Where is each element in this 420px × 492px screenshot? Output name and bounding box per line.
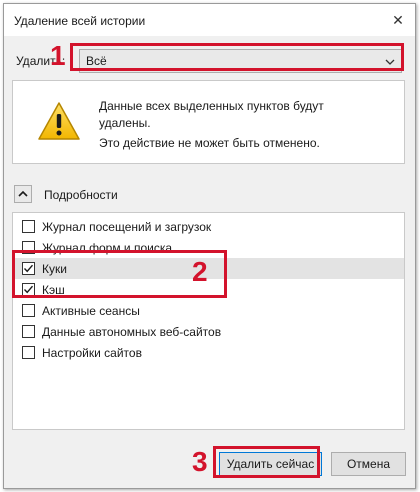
title-bar: Удаление всей истории ✕ — [4, 4, 415, 36]
chevron-up-icon — [18, 190, 28, 197]
checkbox[interactable] — [22, 325, 35, 338]
checkbox[interactable] — [22, 304, 35, 317]
list-item-sessions[interactable]: Активные сеансы — [13, 300, 404, 321]
annotation-number-1: 1 — [50, 40, 66, 71]
checkbox[interactable] — [22, 346, 35, 359]
warning-panel: Данные всех выделенных пунктов будут уда… — [12, 80, 405, 164]
annotation-box-delete-button — [213, 446, 320, 478]
checkbox[interactable] — [22, 220, 35, 233]
cancel-button[interactable]: Отмена — [331, 452, 406, 476]
clear-history-dialog: Удаление всей истории ✕ Удалить: Всё Дан… — [3, 3, 416, 489]
annotation-number-3: 3 — [192, 446, 208, 477]
list-item-label: Журнал посещений и загрузок — [42, 220, 212, 234]
list-item-label: Данные автономных веб-сайтов — [42, 325, 222, 339]
list-item-label: Активные сеансы — [42, 304, 140, 318]
warning-triangle-icon — [38, 102, 80, 140]
annotation-box-time-range — [70, 43, 404, 71]
history-items-list: Журнал посещений и загрузок Журнал форм … — [12, 212, 405, 430]
dialog-title: Удаление всей истории — [14, 14, 146, 28]
list-item-label: Настройки сайтов — [42, 346, 142, 360]
annotation-number-2: 2 — [192, 256, 208, 287]
list-item-offline-data[interactable]: Данные автономных веб-сайтов — [13, 321, 404, 342]
details-label: Подробности — [44, 188, 118, 202]
list-item-site-settings[interactable]: Настройки сайтов — [13, 342, 404, 363]
warning-message: Данные всех выделенных пунктов будут уда… — [99, 99, 324, 130]
warning-irreversible-note: Это действие не может быть отменено. — [99, 136, 320, 150]
details-toggle-button[interactable] — [14, 185, 32, 203]
close-icon[interactable]: ✕ — [387, 9, 409, 31]
list-item-history[interactable]: Журнал посещений и загрузок — [13, 216, 404, 237]
